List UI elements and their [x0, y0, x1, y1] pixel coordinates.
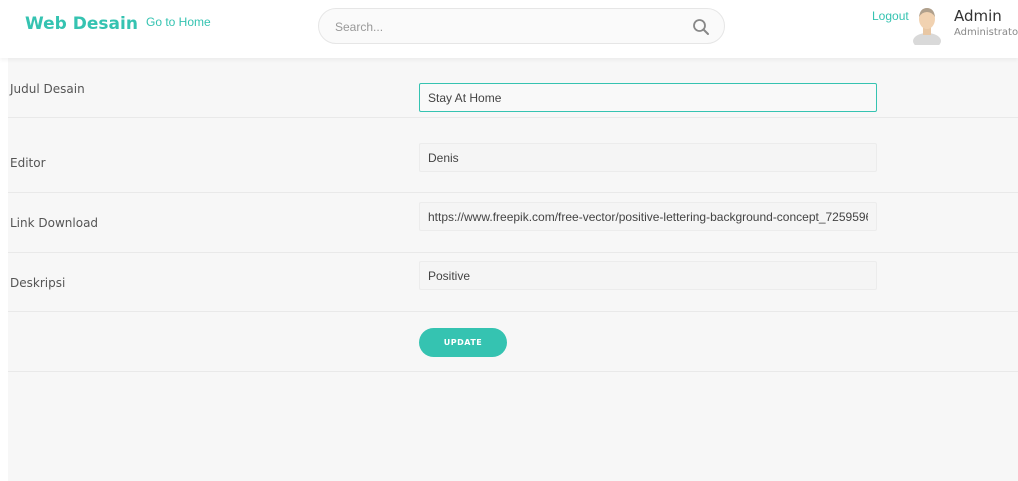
deskripsi-input[interactable]	[419, 261, 877, 290]
user-role: Administrator	[954, 27, 1018, 38]
link-download-input[interactable]	[419, 202, 877, 231]
go-home-link[interactable]: Go to Home	[146, 15, 211, 29]
search-input[interactable]	[335, 18, 675, 36]
form-row-judul: Judul Desain	[8, 58, 1018, 118]
link-download-label: Link Download	[10, 216, 99, 230]
form-row-editor: Editor	[8, 133, 1018, 193]
edit-design-form: Judul Desain Editor Link Download Deskri…	[8, 58, 1018, 481]
search-bar	[318, 8, 725, 44]
brand-logo[interactable]: Web Desain	[25, 14, 138, 34]
deskripsi-label: Deskripsi	[10, 276, 66, 290]
form-row-link: Link Download	[8, 193, 1018, 253]
form-row-deskripsi: Deskripsi	[8, 252, 1018, 312]
update-button[interactable]: UPDATE	[419, 328, 507, 357]
logout-link[interactable]: Logout	[872, 9, 909, 23]
judul-desain-input[interactable]	[419, 83, 877, 112]
editor-input[interactable]	[419, 143, 877, 172]
judul-desain-label: Judul Desain	[10, 82, 85, 96]
user-name: Admin	[954, 7, 1002, 25]
editor-label: Editor	[10, 156, 46, 170]
top-navbar: Web Desain Go to Home Logout Admin Admin…	[0, 0, 1018, 58]
form-row-submit: UPDATE	[8, 312, 1018, 372]
search-icon[interactable]	[692, 18, 710, 36]
avatar[interactable]	[912, 5, 942, 45]
